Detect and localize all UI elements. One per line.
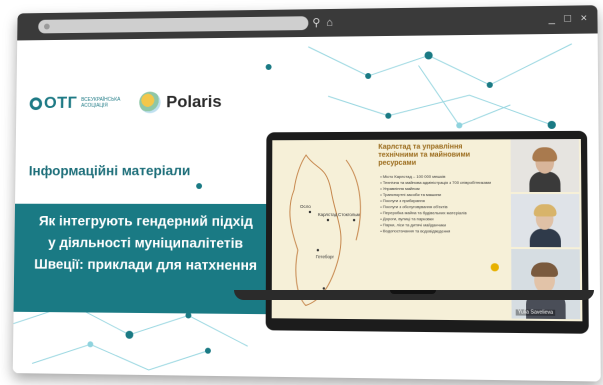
- page-content: ОТГ ВСЕУКРАЇНСЬКА АСОЦІАЦІЯ Polaris Інфо…: [13, 33, 601, 381]
- sweden-map: Осло Карлстад Стокгольм Гетеборг Копенга…: [276, 150, 373, 311]
- slide-bullets: Місто Карлстад – 100 000 мешків Технічна…: [380, 174, 503, 235]
- participant-hair: [531, 262, 558, 277]
- participant-body: [530, 229, 561, 248]
- participant-video-1[interactable]: [511, 139, 580, 192]
- participant-name: Yulia Savelieva: [516, 309, 555, 316]
- map-label-karlstad: Карлстад: [318, 212, 338, 217]
- otg-logo-subtitle: ВСЕУКРАЇНСЬКА АСОЦІАЦІЯ: [81, 97, 125, 109]
- headline: Як інтегрують гендерний підхід у діяльно…: [33, 210, 258, 276]
- polaris-logo-icon: [139, 92, 161, 114]
- laptop-notch: [390, 290, 436, 294]
- participant-video-2[interactable]: [511, 194, 580, 247]
- browser-window: ⚲ ⌂ _ □ × ОТГ ВСЕУКРАЇНСЬКА АСОЦІАЦІЯ Po…: [13, 5, 601, 381]
- participant-hair: [532, 147, 557, 161]
- minimize-button[interactable]: _: [549, 14, 555, 25]
- address-bar[interactable]: [38, 16, 308, 33]
- map-label-goteborg: Гетеборг: [316, 254, 335, 259]
- participant-hair: [534, 204, 557, 216]
- headline-box: Як інтегрують гендерний підхід у діяльно…: [14, 204, 267, 314]
- sun-logo-icon: [491, 263, 499, 271]
- polaris-logo-text: Polaris: [166, 92, 222, 112]
- slide-bullet: Водопостачання та водовідведення: [380, 228, 503, 234]
- logo-row: ОТГ ВСЕУКРАЇНСЬКА АСОЦІАЦІЯ Polaris: [30, 91, 222, 114]
- section-label: Інформаційні матеріали: [29, 162, 191, 178]
- map-label-stockholm: Стокгольм: [338, 212, 360, 217]
- home-icon[interactable]: ⌂: [326, 18, 333, 29]
- maximize-button[interactable]: □: [564, 14, 571, 25]
- window-controls: _ □ ×: [549, 13, 588, 25]
- otg-logo-icon: [30, 97, 43, 110]
- map-label-oslo: Осло: [300, 204, 311, 209]
- otg-logo-text: ОТГ: [44, 93, 77, 113]
- close-button[interactable]: ×: [580, 13, 587, 24]
- participant-body: [529, 172, 560, 192]
- participant-video-3[interactable]: Yulia Savelieva: [511, 249, 580, 319]
- search-icon[interactable]: ⚲: [312, 18, 320, 29]
- laptop: Осло Карлстад Стокгольм Гетеборг Копенга…: [266, 131, 589, 334]
- slide-title: Карлстад та управління технічними та май…: [378, 143, 500, 168]
- site-info-icon[interactable]: [44, 24, 50, 30]
